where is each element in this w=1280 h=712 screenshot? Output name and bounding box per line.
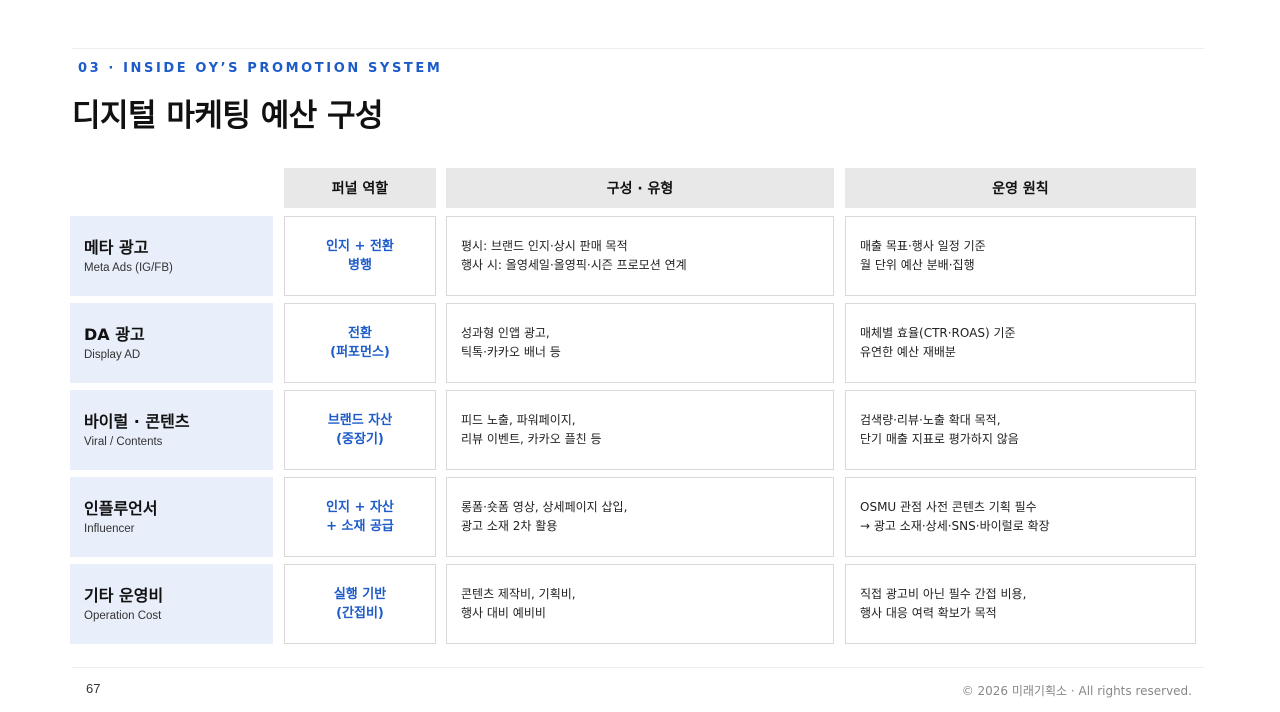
funnel-role-cell: 브랜드 자산 (중장기) (284, 390, 436, 470)
table-row: 인플루언서 Influencer 인지 + 자산 + 소재 공급 롱폼·숏폼 영… (0, 477, 1280, 557)
composition-line: 틱톡·카카오 배너 등 (461, 345, 561, 359)
role-line: 브랜드 자산 (327, 413, 393, 428)
composition-line: 롱폼·숏폼 영상, 상세페이지 삽입, (461, 500, 628, 514)
row-header: 메타 광고 Meta Ads (IG/FB) (70, 216, 273, 296)
row-title: 메타 광고 (84, 237, 149, 257)
composition-line: 행사 대비 예비비 (461, 606, 546, 620)
copyright-notice: © 2026 미래기획소 · All rights reserved. (961, 684, 1192, 698)
composition-line: 행사 시: 올영세일·올영픽·시즌 프로모션 연계 (461, 258, 687, 272)
table-row: 메타 광고 Meta Ads (IG/FB) 인지 + 전환 병행 평시: 브랜… (0, 216, 1280, 296)
principle-line: 월 단위 예산 분배·집행 (860, 258, 975, 272)
table-row: 기타 운영비 Operation Cost 실행 기반 (간접비) 콘텐츠 제작… (0, 564, 1280, 644)
row-title: 기타 운영비 (84, 585, 164, 605)
column-header-principle: 운영 원칙 (845, 168, 1196, 208)
bottom-divider (72, 667, 1204, 668)
composition-cell: 롱폼·숏폼 영상, 상세페이지 삽입, 광고 소재 2차 활용 (446, 477, 834, 557)
table-row: 바이럴 · 콘텐츠 Viral / Contents 브랜드 자산 (중장기) … (0, 390, 1280, 470)
composition-line: 리뷰 이벤트, 카카오 플친 등 (461, 432, 602, 446)
row-title: 바이럴 · 콘텐츠 (84, 411, 190, 431)
principle-line: 행사 대응 여력 확보가 목적 (860, 606, 997, 620)
principle-cell: OSMU 관점 사전 콘텐츠 기획 필수 → 광고 소재·상세·SNS·바이럴로… (845, 477, 1196, 557)
role-line: 병행 (348, 258, 372, 273)
table-row: DA 광고 Display AD 전환 (퍼포먼스) 성과형 인앱 광고, 틱톡… (0, 303, 1280, 383)
composition-line: 평시: 브랜드 인지·상시 판매 목적 (461, 239, 628, 253)
role-line: 실행 기반 (333, 587, 387, 602)
section-eyebrow: 03 · INSIDE OY’S PROMOTION SYSTEM (78, 61, 443, 76)
role-line: (중장기) (336, 432, 384, 447)
principle-line: → 광고 소재·상세·SNS·바이럴로 확장 (860, 519, 1050, 533)
column-header-funnel-role: 퍼널 역할 (284, 168, 436, 208)
page-number: 67 (86, 681, 101, 696)
role-line: 인지 + 전환 (326, 239, 394, 254)
principle-line: 직접 광고비 아닌 필수 간접 비용, (860, 587, 1027, 601)
composition-line: 피드 노출, 파워페이지, (461, 413, 576, 427)
row-title: DA 광고 (84, 324, 145, 344)
composition-cell: 평시: 브랜드 인지·상시 판매 목적 행사 시: 올영세일·올영픽·시즌 프로… (446, 216, 834, 296)
composition-line: 성과형 인앱 광고, (461, 326, 550, 340)
principle-line: 매체별 효율(CTR·ROAS) 기준 (860, 326, 1016, 340)
principle-cell: 매출 목표·행사 일정 기준 월 단위 예산 분배·집행 (845, 216, 1196, 296)
composition-line: 광고 소재 2차 활용 (461, 519, 558, 533)
row-header: DA 광고 Display AD (70, 303, 273, 383)
funnel-role-cell: 전환 (퍼포먼스) (284, 303, 436, 383)
principle-line: 유연한 예산 재배분 (860, 345, 956, 359)
row-header: 인플루언서 Influencer (70, 477, 273, 557)
composition-cell: 성과형 인앱 광고, 틱톡·카카오 배너 등 (446, 303, 834, 383)
row-subtitle: Viral / Contents (84, 435, 163, 448)
role-line: 인지 + 자산 (326, 500, 394, 515)
role-line: 전환 (348, 326, 372, 341)
composition-cell: 피드 노출, 파워페이지, 리뷰 이벤트, 카카오 플친 등 (446, 390, 834, 470)
row-header: 바이럴 · 콘텐츠 Viral / Contents (70, 390, 273, 470)
principle-cell: 매체별 효율(CTR·ROAS) 기준 유연한 예산 재배분 (845, 303, 1196, 383)
principle-line: 검색량·리뷰·노출 확대 목적, (860, 413, 1001, 427)
principle-line: 매출 목표·행사 일정 기준 (860, 239, 986, 253)
funnel-role-cell: 실행 기반 (간접비) (284, 564, 436, 644)
funnel-role-cell: 인지 + 전환 병행 (284, 216, 436, 296)
principle-line: OSMU 관점 사전 콘텐츠 기획 필수 (860, 500, 1037, 514)
page-title: 디지털 마케팅 예산 구성 (72, 98, 384, 134)
role-line: (간접비) (336, 606, 384, 621)
row-subtitle: Display AD (84, 348, 141, 361)
composition-line: 콘텐츠 제작비, 기획비, (461, 587, 576, 601)
row-subtitle: Operation Cost (84, 609, 162, 622)
top-divider (72, 48, 1204, 49)
column-header-composition: 구성 · 유형 (446, 168, 834, 208)
row-title: 인플루언서 (84, 498, 158, 518)
role-line: + 소재 공급 (326, 519, 394, 534)
composition-cell: 콘텐츠 제작비, 기획비, 행사 대비 예비비 (446, 564, 834, 644)
principle-cell: 직접 광고비 아닌 필수 간접 비용, 행사 대응 여력 확보가 목적 (845, 564, 1196, 644)
principle-line: 단기 매출 지표로 평가하지 않음 (860, 432, 1019, 446)
row-header: 기타 운영비 Operation Cost (70, 564, 273, 644)
row-subtitle: Meta Ads (IG/FB) (84, 261, 173, 274)
principle-cell: 검색량·리뷰·노출 확대 목적, 단기 매출 지표로 평가하지 않음 (845, 390, 1196, 470)
funnel-role-cell: 인지 + 자산 + 소재 공급 (284, 477, 436, 557)
role-line: (퍼포먼스) (330, 345, 390, 360)
row-subtitle: Influencer (84, 522, 135, 535)
